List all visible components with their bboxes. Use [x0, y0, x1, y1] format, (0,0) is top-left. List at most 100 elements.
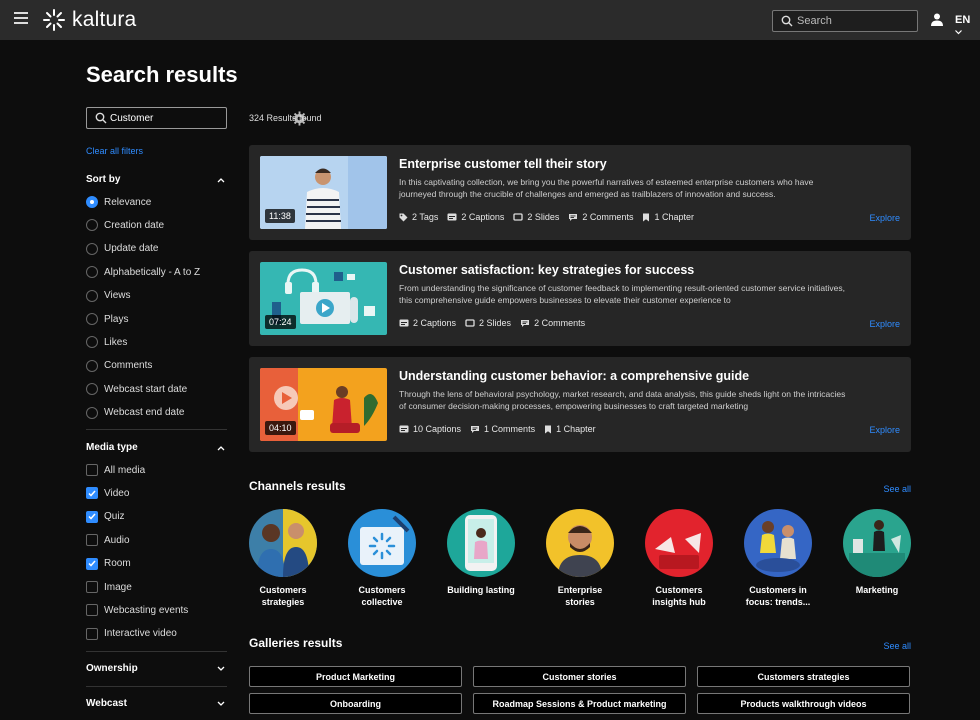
result-thumbnail[interactable]: 11:38 — [260, 156, 387, 229]
channels-title: Channels results — [249, 479, 346, 493]
checkbox[interactable] — [86, 557, 98, 570]
channel-thumbnail[interactable] — [447, 509, 515, 577]
media-type-option[interactable]: Interactive video — [86, 627, 177, 641]
checkbox[interactable] — [86, 627, 98, 640]
radio-button[interactable] — [86, 266, 98, 279]
meta-comments: 1 Comments — [470, 424, 535, 434]
media-type-option[interactable]: Video — [86, 486, 129, 500]
webcast-header[interactable]: Webcast — [86, 698, 227, 709]
checkbox[interactable] — [86, 510, 98, 523]
channel-item[interactable]: Customers strategies — [243, 509, 323, 608]
sort-option[interactable]: Views — [86, 289, 131, 303]
channel-thumbnail[interactable] — [744, 509, 812, 577]
kaltura-logo[interactable]: kaltura — [42, 8, 136, 32]
divider — [86, 651, 227, 652]
filter-search-input[interactable] — [110, 111, 198, 125]
gallery-button[interactable]: Customer stories — [473, 666, 686, 687]
global-search[interactable] — [772, 10, 918, 32]
gallery-button[interactable]: Products walkthrough videos — [697, 693, 910, 714]
radio-button[interactable] — [86, 406, 98, 419]
radio-button[interactable] — [86, 219, 98, 232]
checkmark-icon — [88, 513, 96, 520]
result-title[interactable]: Understanding customer behavior: a compr… — [399, 369, 749, 383]
channel-item[interactable]: Building lasting — [441, 509, 521, 596]
radio-button[interactable] — [86, 196, 98, 208]
channel-item[interactable]: Marketing — [837, 509, 917, 596]
clear-all-filters-link[interactable]: Clear all filters — [86, 146, 143, 156]
result-thumbnail[interactable]: 07:24 — [260, 262, 387, 335]
radio-button[interactable] — [86, 336, 98, 349]
channels-see-all-link[interactable]: See all — [876, 484, 911, 494]
user-icon[interactable] — [931, 13, 943, 26]
sort-option[interactable]: Alphabetically - A to Z — [86, 265, 200, 279]
sort-option[interactable]: Creation date — [86, 218, 164, 232]
gallery-button[interactable]: Onboarding — [249, 693, 462, 714]
radio-button[interactable] — [86, 359, 98, 372]
media-type-option[interactable]: Audio — [86, 533, 130, 547]
media-type-option[interactable]: Image — [86, 580, 132, 594]
result-description: In this captivating collection, we bring… — [399, 177, 814, 199]
media-type-label: Audio — [104, 534, 130, 546]
media-type-header[interactable]: Media type — [86, 442, 227, 453]
channel-item[interactable]: Customers insights hub — [639, 509, 719, 608]
sort-by-header[interactable]: Sort by — [86, 174, 227, 185]
media-type-option[interactable]: All media — [86, 463, 145, 477]
radio-button[interactable] — [86, 242, 98, 255]
channel-thumbnail[interactable] — [348, 509, 416, 577]
channel-thumbnail[interactable] — [843, 509, 911, 577]
language-selector[interactable]: EN — [955, 14, 980, 38]
global-search-input[interactable] — [797, 13, 912, 29]
sort-option[interactable]: Webcast end date — [86, 406, 184, 420]
divider — [86, 429, 227, 430]
kaltura-logo-icon — [43, 9, 65, 31]
ownership-header[interactable]: Ownership — [86, 663, 227, 674]
gallery-button[interactable]: Roadmap Sessions & Product marketing — [473, 693, 686, 714]
meta-slides: 2 Slides — [465, 318, 511, 328]
checkbox[interactable] — [86, 534, 98, 547]
radio-button[interactable] — [86, 289, 98, 302]
sort-option[interactable]: Relevance — [86, 195, 151, 209]
result-title[interactable]: Customer satisfaction: key strategies fo… — [399, 263, 694, 277]
result-card[interactable]: 07:24 Customer satisfaction: key strateg… — [249, 251, 911, 346]
meta-chapters: 1 Chapter — [544, 424, 596, 434]
ownership-title: Ownership — [86, 663, 138, 674]
result-title[interactable]: Enterprise customer tell their story — [399, 157, 607, 171]
channel-thumbnail[interactable] — [249, 509, 317, 577]
gallery-button[interactable]: Product Marketing — [249, 666, 462, 687]
result-card[interactable]: 11:38 Enterprise customer tell their sto… — [249, 145, 911, 240]
menu-icon[interactable] — [14, 12, 28, 24]
channel-label: Customers collective — [358, 585, 406, 607]
explore-link[interactable]: Explore — [869, 425, 900, 435]
media-type-option[interactable]: Room — [86, 557, 131, 571]
checkbox[interactable] — [86, 487, 98, 500]
explore-link[interactable]: Explore — [869, 319, 900, 329]
sort-option[interactable]: Likes — [86, 335, 127, 349]
sort-option-label: Update date — [104, 243, 159, 255]
sort-option[interactable]: Plays — [86, 312, 128, 326]
galleries-see-all-link[interactable]: See all — [876, 641, 911, 651]
red-objects-image — [645, 509, 713, 577]
channel-label: Building lasting — [447, 585, 515, 595]
radio-button[interactable] — [86, 313, 98, 325]
radio-button[interactable] — [86, 383, 98, 396]
filter-search[interactable] — [86, 107, 307, 129]
sort-option[interactable]: Webcast start date — [86, 382, 187, 396]
channel-thumbnail[interactable] — [546, 509, 614, 577]
result-thumbnail[interactable]: 04:10 — [260, 368, 387, 441]
checkbox[interactable] — [86, 464, 98, 476]
checkbox[interactable] — [86, 581, 98, 593]
sort-option[interactable]: Comments — [86, 359, 152, 373]
media-type-option[interactable]: Quiz — [86, 510, 125, 524]
media-type-option[interactable]: Webcasting events — [86, 603, 188, 617]
channel-item[interactable]: Customers collective — [342, 509, 422, 608]
channel-thumbnail[interactable] — [645, 509, 713, 577]
phone-woman-image — [447, 509, 515, 577]
checkbox[interactable] — [86, 604, 98, 617]
channel-item[interactable]: Customers in focus: trends... — [738, 509, 818, 608]
channel-item[interactable]: Enterprise stories — [540, 509, 620, 608]
explore-link[interactable]: Explore — [869, 213, 900, 223]
sort-option[interactable]: Update date — [86, 242, 159, 256]
gallery-button[interactable]: Customers strategies — [697, 666, 910, 687]
result-card[interactable]: 04:10 Understanding customer behavior: a… — [249, 357, 911, 452]
chevron-down-icon — [955, 30, 962, 35]
